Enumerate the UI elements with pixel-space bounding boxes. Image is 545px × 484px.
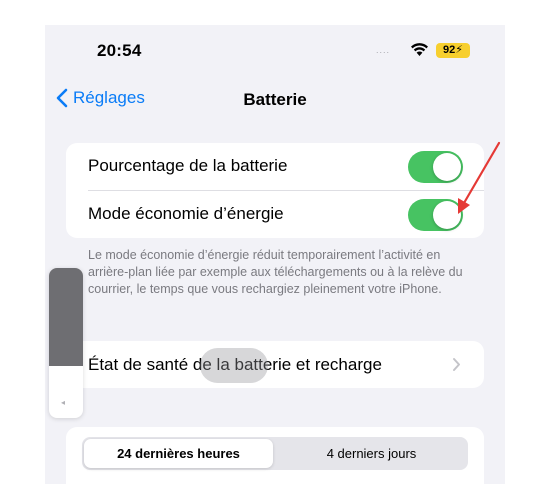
annotation-arrow-icon bbox=[458, 141, 501, 214]
